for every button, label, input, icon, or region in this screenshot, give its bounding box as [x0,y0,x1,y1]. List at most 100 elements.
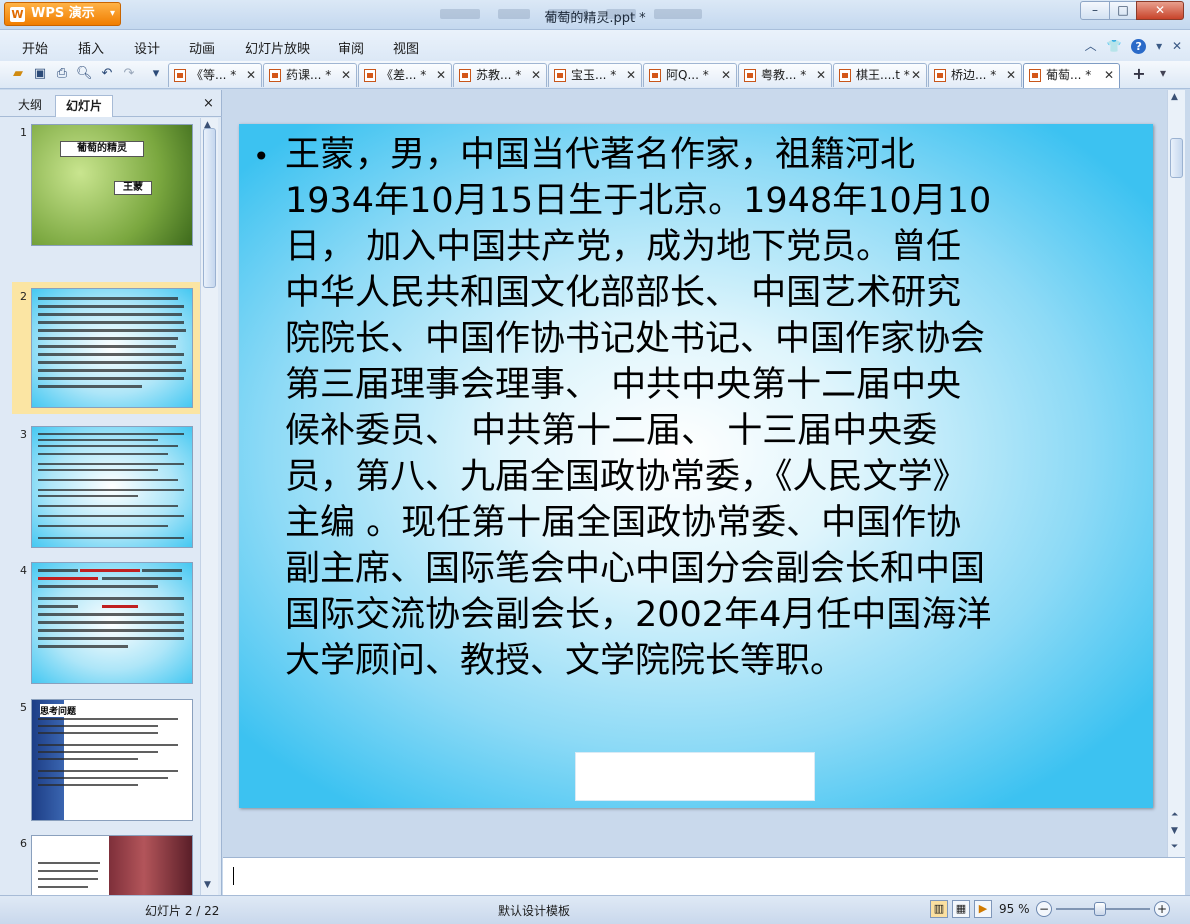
text-line: 主编 。现任第十届全国政协常委、中国作协 [285,503,962,543]
thumbnail-number: 1 [20,126,27,139]
menu-review[interactable]: 审阅 [338,38,364,57]
previous-slide-icon[interactable]: ⏶ [1171,810,1178,820]
tab-close-icon[interactable]: ✕ [341,64,351,86]
zoom-slider-handle[interactable] [1094,902,1106,916]
doc-tab-6[interactable]: 阿Q... * ✕ [643,63,737,87]
maximize-button[interactable]: □ [1109,1,1137,20]
collapse-ribbon-icon[interactable]: ︿ [1085,39,1097,53]
tab-close-icon[interactable]: ✕ [1104,64,1114,86]
tab-close-icon[interactable]: ✕ [531,64,541,86]
panel-tabs: 大纲 幻灯片 × [0,90,222,117]
ppt-file-icon [174,69,186,82]
slide-thumbnail-5[interactable]: 思考问题 [31,699,193,821]
thumbnail-scrollbar[interactable]: ▲ ▼ [200,118,218,895]
ppt-file-icon [269,69,281,82]
scrollbar-thumb[interactable] [1170,138,1183,178]
doc-tab-1[interactable]: 《等... * ✕ [168,63,262,87]
text-line: 第三届理事会理事、 中共中央第十二届中央 [285,365,962,405]
print-preview-icon[interactable]: 🔍︎ [76,66,93,82]
text-line: 大学顾问、教授、文学院院长等职。 [285,641,846,681]
text-line: 中华人民共和国文化部部长、 中国艺术研究 [285,273,962,313]
slideshow-view-icon[interactable]: ▶ [974,900,992,918]
doc-tab-5[interactable]: 宝玉... * ✕ [548,63,642,87]
editor-scrollbar[interactable]: ▲ ⏶ ▼ ⏷ [1167,90,1185,857]
tab-close-icon[interactable]: ✕ [721,64,731,86]
slide-thumbnail-4[interactable] [31,562,193,684]
thumbnail-list: 1 葡萄的精灵 王蒙 2 3 4 5 思考问题 6 [0,118,200,895]
document-title: 葡萄的精灵.ppt * [544,11,646,26]
tab-outline[interactable]: 大纲 [8,95,52,117]
normal-view-icon[interactable]: ▥ [930,900,948,918]
text-line: 院院长、中国作协书记处书记、中国作家协会 [285,319,986,359]
menu-insert[interactable]: 插入 [78,38,104,57]
close-doc-icon[interactable]: ✕ [1172,39,1182,53]
slide-thumbnail-6[interactable] [31,835,193,895]
text-line: 1934年10月15日生于北京。1948年10月10 [285,181,992,221]
slide-indicator: 幻灯片 2 / 22 [145,904,220,918]
thumbnail-number: 6 [20,837,27,850]
doc-tab-3[interactable]: 《差... * ✕ [358,63,452,87]
save-icon[interactable]: ▣ [32,66,48,82]
redo-icon[interactable]: ↷ [121,66,137,82]
skin-shirt-icon[interactable]: 👕 [1106,39,1121,53]
empty-text-box[interactable] [575,752,815,801]
menu-design[interactable]: 设计 [134,38,160,57]
scroll-up-icon[interactable]: ▲ [1171,92,1178,102]
customize-toolbar-icon[interactable]: ▾ [148,66,164,82]
doc-tab-active[interactable]: 葡萄... * ✕ [1023,63,1120,88]
doc-tab-7[interactable]: 粤教... * ✕ [738,63,832,87]
thumbnail-title: 思考问题 [40,704,77,717]
new-tab-button[interactable]: + [1124,64,1154,86]
tab-close-icon[interactable]: ✕ [1006,64,1016,86]
zoom-in-button[interactable]: + [1154,901,1170,917]
tab-close-icon[interactable]: ✕ [626,64,636,86]
ppt-file-icon [744,69,756,82]
ppt-file-icon [1029,69,1041,82]
tab-close-icon[interactable]: ✕ [816,64,826,86]
close-button[interactable]: ✕ [1136,1,1184,20]
scrollbar-thumb[interactable] [203,128,216,288]
help-icon[interactable]: ? [1131,39,1147,54]
print-icon[interactable]: ⎙ [54,66,70,82]
doc-tab-9[interactable]: 桥边... * ✕ [928,63,1022,87]
scroll-down-icon[interactable]: ▼ [1171,826,1178,836]
zoom-out-button[interactable]: − [1036,901,1052,917]
title-bar: W WPS 演示 ▾ 葡萄的精灵.ppt * – □ ✕ [0,0,1190,30]
slide-body-text[interactable]: 王蒙，男，中国当代著名作家，祖籍河北 1934年10月15日生于北京。1948年… [285,132,1115,684]
thumbnail-author: 王蒙 [114,181,152,195]
menu-slideshow[interactable]: 幻灯片放映 [245,38,310,57]
panel-close-icon[interactable]: × [203,96,214,111]
doc-tab-2[interactable]: 药课... * ✕ [263,63,357,87]
thumbnail-number: 5 [20,701,27,714]
tab-slides[interactable]: 幻灯片 [55,95,113,117]
ppt-file-icon [839,69,851,82]
tab-close-icon[interactable]: ✕ [911,64,921,86]
text-line: 副主席、国际笔会中心中国分会副会长和中国 [285,549,986,589]
thumbnail-title: 葡萄的精灵 [60,141,144,157]
notes-pane[interactable] [223,857,1185,895]
zoom-level[interactable]: 95 % [999,902,1030,916]
current-slide[interactable]: • 王蒙，男，中国当代著名作家，祖籍河北 1934年10月15日生于北京。194… [239,124,1153,808]
menu-bar: 开始 插入 设计 动画 幻灯片放映 审阅 视图 ︿ 👕 ? ▾ ✕ [0,30,1190,61]
menu-animation[interactable]: 动画 [189,38,215,57]
tab-close-icon[interactable]: ✕ [436,64,446,86]
slide-sorter-view-icon[interactable]: ▦ [952,900,970,918]
doc-tab-8[interactable]: 棋王....t * ✕ [833,63,927,87]
menu-start[interactable]: 开始 [22,38,48,57]
menu-view[interactable]: 视图 [393,38,419,57]
ppt-file-icon [364,69,376,82]
tab-list-dropdown-icon[interactable]: ▾ [1160,66,1166,80]
slide-thumbnail-3[interactable] [31,426,193,548]
slide-thumbnail-1[interactable]: 葡萄的精灵 王蒙 [31,124,193,246]
undo-icon[interactable]: ↶ [99,66,115,82]
minimize-button[interactable]: – [1080,1,1110,20]
doc-tab-4[interactable]: 苏教... * ✕ [453,63,547,87]
thumbnail-number: 2 [20,290,27,303]
scroll-down-icon[interactable]: ▼ [204,880,211,890]
open-folder-icon[interactable]: ▰ [10,66,26,82]
design-template-name: 默认设计模板 [498,904,571,918]
slide-thumbnail-2[interactable] [31,288,193,408]
tab-close-icon[interactable]: ✕ [246,64,256,86]
next-slide-icon[interactable]: ⏷ [1171,842,1178,852]
help-dropdown-icon[interactable]: ▾ [1156,39,1162,53]
